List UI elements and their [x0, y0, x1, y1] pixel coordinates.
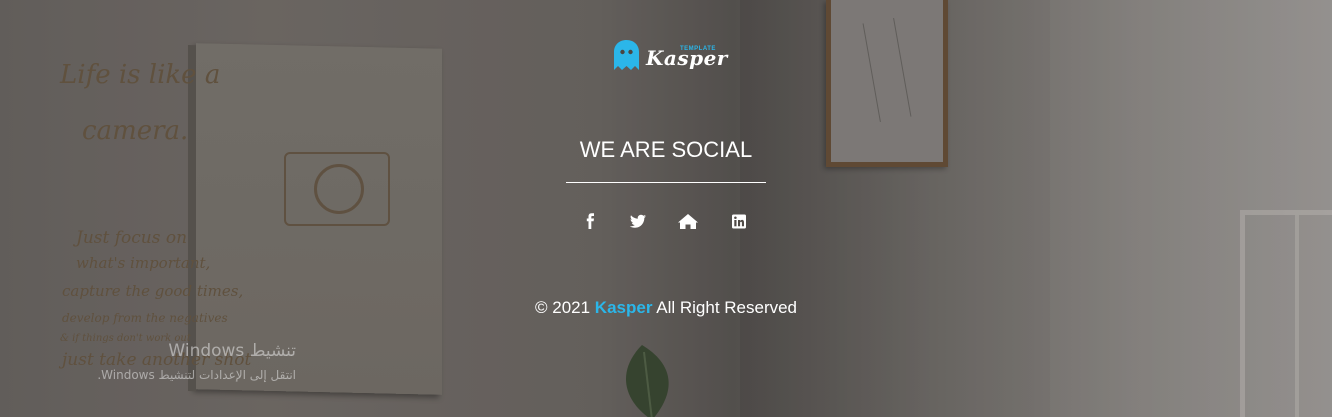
linkedin-link[interactable] [727, 212, 751, 232]
copyright: © 2021 Kasper All Right Reserved [466, 298, 866, 318]
social-links [578, 212, 758, 232]
watermark-subtitle: انتقل إلى الإعدادات لتنشيط Windows. [97, 368, 296, 382]
divider [566, 182, 766, 183]
home-link[interactable] [676, 212, 700, 232]
twitter-icon [629, 214, 646, 228]
home-icon [678, 214, 698, 229]
linkedin-icon [732, 214, 746, 229]
copyright-prefix: © 2021 [534, 298, 591, 317]
ghost-icon [614, 40, 639, 70]
facebook-icon [586, 213, 594, 229]
logo-text: Kasper [646, 46, 728, 70]
twitter-link[interactable] [626, 212, 650, 232]
windows-activation-watermark: تنشيط Windows انتقل إلى الإعدادات لتنشيط… [40, 340, 296, 384]
social-title: WE ARE SOCIAL [579, 137, 753, 162]
watermark-title: تنشيط Windows [168, 341, 296, 361]
facebook-link[interactable] [579, 212, 603, 232]
logo[interactable]: TEMPLATE Kasper [614, 40, 727, 72]
copyright-brand[interactable]: Kasper [595, 298, 653, 317]
copyright-suffix: All Right Reserved [656, 298, 798, 317]
